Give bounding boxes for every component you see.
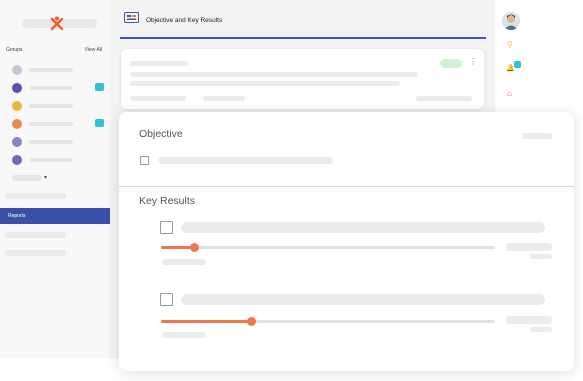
gift-icon[interactable]: ⌂ <box>507 90 512 98</box>
sidebar-group-item[interactable] <box>12 101 106 111</box>
card-text-placeholder <box>130 72 418 77</box>
key-result-value-placeholder <box>506 316 552 324</box>
active-tab-indicator <box>120 37 486 39</box>
key-result-checkbox[interactable] <box>160 221 173 234</box>
notification-badge <box>514 61 521 68</box>
group-name-placeholder <box>29 68 73 72</box>
sidebar-item-reports[interactable]: Reports <box>0 208 110 224</box>
card-meta-placeholder <box>416 96 472 101</box>
logo-icon <box>50 16 64 31</box>
section-divider <box>119 186 574 187</box>
objective-title: Objective <box>139 128 183 140</box>
show-more-groups[interactable] <box>12 175 42 181</box>
okr-board-icon <box>124 12 139 23</box>
group-name-placeholder <box>29 140 73 144</box>
group-name-placeholder <box>29 86 73 90</box>
status-badge <box>440 59 462 68</box>
sidebar-group-item[interactable] <box>12 83 106 93</box>
card-text-placeholder <box>130 81 400 86</box>
sidebar-nav-item[interactable] <box>5 193 66 199</box>
key-result-meta-placeholder <box>162 259 206 265</box>
key-result-meta-placeholder <box>162 332 206 338</box>
top-bar: Objective and Key Results <box>110 0 495 40</box>
page-title: Objective and Key Results <box>146 17 223 24</box>
card-title-placeholder <box>130 61 188 66</box>
key-result-value-placeholder <box>530 327 552 332</box>
group-avatar <box>12 119 22 129</box>
sidebar-nav-item[interactable] <box>5 250 66 256</box>
group-name-placeholder <box>29 158 73 162</box>
group-avatar <box>12 101 22 111</box>
group-avatar <box>12 155 22 165</box>
group-name-placeholder <box>29 104 73 108</box>
search-icon[interactable]: ⚲ <box>507 41 513 49</box>
key-result-text-placeholder <box>181 294 545 305</box>
group-unread-badge <box>95 119 104 127</box>
group-avatar <box>12 137 22 147</box>
key-result-value-placeholder <box>530 254 552 259</box>
sidebar-group-item[interactable] <box>12 137 106 147</box>
more-options-icon[interactable]: ⋮ <box>469 58 477 66</box>
key-result-progress-track <box>161 246 495 249</box>
user-avatar-icon <box>502 12 520 30</box>
key-result-value-placeholder <box>506 243 552 251</box>
key-result-text-placeholder <box>181 222 545 233</box>
key-results-title: Key Results <box>139 195 196 207</box>
card-meta-placeholder <box>130 96 186 101</box>
groups-title: Groups <box>6 47 23 53</box>
key-result-progress-fill <box>161 320 251 323</box>
chevron-down-icon[interactable]: ▾ <box>44 174 47 181</box>
sidebar-group-item[interactable] <box>12 155 106 165</box>
objective-text-placeholder <box>158 157 333 164</box>
group-avatar <box>12 83 22 93</box>
key-result-checkbox[interactable] <box>160 293 173 306</box>
objective-meta-placeholder <box>522 133 553 139</box>
sidebar-nav-item[interactable] <box>5 232 66 238</box>
key-result-progress-handle[interactable] <box>247 317 256 326</box>
sidebar-item-label: Reports <box>8 213 26 219</box>
avatar[interactable] <box>502 12 520 30</box>
group-name-placeholder <box>29 122 73 126</box>
group-unread-badge <box>95 83 104 91</box>
groups-header: Groups View All <box>6 47 102 57</box>
card-meta-placeholder <box>203 96 245 101</box>
sidebar-group-item[interactable] <box>12 65 106 75</box>
view-all-link[interactable]: View All <box>85 47 102 53</box>
key-result-progress-handle[interactable] <box>190 243 199 252</box>
sidebar-group-item[interactable] <box>12 119 106 129</box>
objective-checkbox[interactable] <box>140 156 149 165</box>
group-avatar <box>12 65 22 75</box>
